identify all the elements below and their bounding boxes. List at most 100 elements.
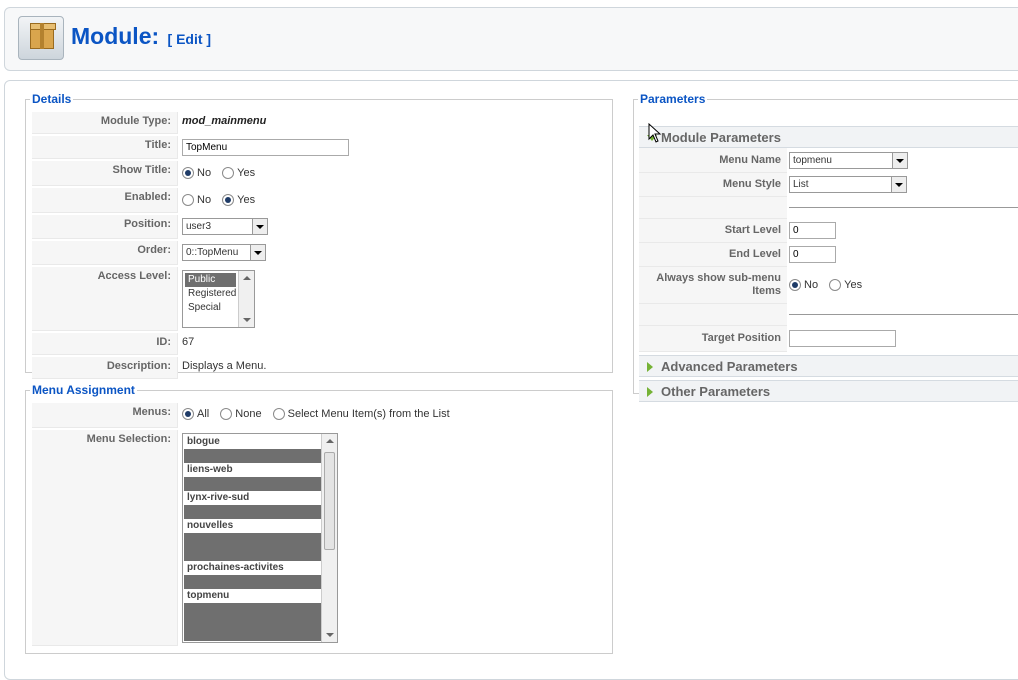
id-value: 67 <box>182 336 195 348</box>
page-title-text: Module: <box>71 23 160 49</box>
always-show-no-label: No <box>804 278 819 291</box>
chevron-down-icon <box>891 176 906 192</box>
menu-item-sublist[interactable] <box>184 575 321 589</box>
always-show-no-radio[interactable] <box>789 278 801 291</box>
description-value: Displays a Menu. <box>182 360 267 372</box>
menus-select-radio[interactable] <box>272 408 285 421</box>
menu-name-label: Menu Name <box>639 148 787 173</box>
expand-arrow-icon <box>647 361 653 372</box>
order-label: Order: <box>32 241 178 265</box>
order-select[interactable]: 0::TopMenu <box>182 244 266 261</box>
access-scrollbar[interactable] <box>238 271 254 327</box>
description-label: Description: <box>32 357 178 379</box>
menus-label: Menus: <box>32 403 178 428</box>
chevron-down-icon <box>892 152 907 168</box>
module-parameters-toggle[interactable]: Module Parameters <box>639 126 1018 148</box>
menu-item-topmenu[interactable]: topmenu <box>184 589 321 603</box>
title-label: Title: <box>32 136 178 159</box>
menu-item-prochaines-activites[interactable]: prochaines-activites <box>184 561 321 575</box>
position-label: Position: <box>32 215 178 239</box>
access-level-listbox[interactable]: Public Registered Special <box>182 270 255 328</box>
toolbar-header: Module: [ Edit ] <box>4 7 1018 71</box>
end-level-input[interactable] <box>789 245 836 263</box>
menus-select-label: Select Menu Item(s) from the List <box>287 408 450 421</box>
menus-all-label: All <box>197 408 210 421</box>
parameters-fieldset: Parameters Module Parameters Menu Name t… <box>633 92 1018 402</box>
other-parameters-title: Other Parameters <box>661 383 771 399</box>
show-title-no-label: No <box>197 167 212 180</box>
show-title-yes-label: Yes <box>237 167 256 180</box>
scroll-down-icon <box>326 633 334 637</box>
expand-arrow-icon <box>647 386 653 397</box>
page-title: Module: [ Edit ] <box>71 23 211 50</box>
menu-item-nouvelles[interactable]: nouvelles <box>184 519 321 533</box>
spacer-rule <box>789 313 1018 315</box>
menus-all-radio[interactable] <box>182 408 194 421</box>
menu-item-sublist[interactable] <box>184 505 321 519</box>
module-icon <box>18 16 64 60</box>
menu-name-select[interactable]: topmenu <box>789 151 908 169</box>
advanced-parameters-title: Advanced Parameters <box>661 358 798 374</box>
advanced-parameters-toggle[interactable]: Advanced Parameters <box>639 354 1018 377</box>
page-subtitle: [ Edit ] <box>167 31 212 47</box>
menu-selection-label: Menu Selection: <box>32 430 178 646</box>
menus-none-label: None <box>235 408 262 421</box>
access-level-label: Access Level: <box>32 267 178 331</box>
end-level-label: End Level <box>639 242 787 267</box>
target-position-input[interactable] <box>789 329 896 347</box>
other-parameters-toggle[interactable]: Other Parameters <box>639 379 1018 402</box>
scroll-down-icon <box>243 318 251 322</box>
enabled-no-radio[interactable] <box>182 194 194 207</box>
menu-style-select[interactable]: List <box>789 175 907 193</box>
target-position-label: Target Position <box>639 325 787 352</box>
position-select[interactable]: user3 <box>182 218 268 235</box>
menu-assignment-legend: Menu Assignment <box>32 383 135 397</box>
spacer-label <box>639 303 787 326</box>
menus-none-radio[interactable] <box>220 408 233 421</box>
menu-selection-listbox[interactable]: blogue liens-web lynx-rive-sud nouvelles… <box>182 433 338 643</box>
always-show-label: Always show sub-menu Items <box>639 266 787 304</box>
start-level-input[interactable] <box>789 221 836 239</box>
scroll-up-icon <box>326 439 334 443</box>
access-option-public[interactable]: Public <box>185 273 236 287</box>
menu-item-sublist[interactable] <box>184 533 321 561</box>
enabled-yes-label: Yes <box>237 194 256 207</box>
spacer-rule <box>789 206 1018 208</box>
mouse-cursor-icon <box>648 123 662 143</box>
menu-item-sublist[interactable] <box>184 477 321 491</box>
details-legend: Details <box>32 92 72 106</box>
always-show-yes-label: Yes <box>844 278 863 291</box>
always-show-yes-radio[interactable] <box>829 278 842 291</box>
menu-style-label: Menu Style <box>639 172 787 197</box>
module-parameters-title: Module Parameters <box>661 130 781 145</box>
spacer-label <box>639 196 787 219</box>
show-title-no-radio[interactable] <box>182 167 194 180</box>
id-label: ID: <box>32 333 178 355</box>
menu-name-value: topmenu <box>793 154 832 166</box>
parameters-legend: Parameters <box>640 92 706 106</box>
menu-item-liens-web[interactable]: liens-web <box>184 463 321 477</box>
module-type-label: Module Type: <box>32 112 178 134</box>
menu-assignment-fieldset: Menu Assignment Menus: All None Select M… <box>25 383 613 654</box>
start-level-label: Start Level <box>639 218 787 243</box>
position-value: user3 <box>186 221 212 232</box>
menu-item-lynx-rive-sud[interactable]: lynx-rive-sud <box>184 491 321 505</box>
menu-item-blogue[interactable]: blogue <box>184 435 321 449</box>
title-input[interactable] <box>182 139 349 156</box>
menu-selection-scrollbar[interactable] <box>321 434 337 642</box>
chevron-down-icon <box>250 245 265 260</box>
details-fieldset: Details Module Type: mod_mainmenu Title:… <box>25 92 613 379</box>
chevron-down-icon <box>252 219 267 234</box>
show-title-yes-radio[interactable] <box>222 167 235 180</box>
enabled-no-label: No <box>197 194 212 207</box>
module-type-value: mod_mainmenu <box>182 115 267 127</box>
scroll-thumb[interactable] <box>324 452 335 550</box>
enabled-yes-radio[interactable] <box>222 194 235 207</box>
menu-style-value: List <box>793 178 809 190</box>
menu-item-sublist[interactable] <box>184 603 321 641</box>
order-value: 0::TopMenu <box>186 247 239 258</box>
enabled-label: Enabled: <box>32 188 178 213</box>
scroll-up-icon <box>243 276 251 280</box>
menu-item-sublist[interactable] <box>184 449 321 463</box>
show-title-label: Show Title: <box>32 161 178 186</box>
